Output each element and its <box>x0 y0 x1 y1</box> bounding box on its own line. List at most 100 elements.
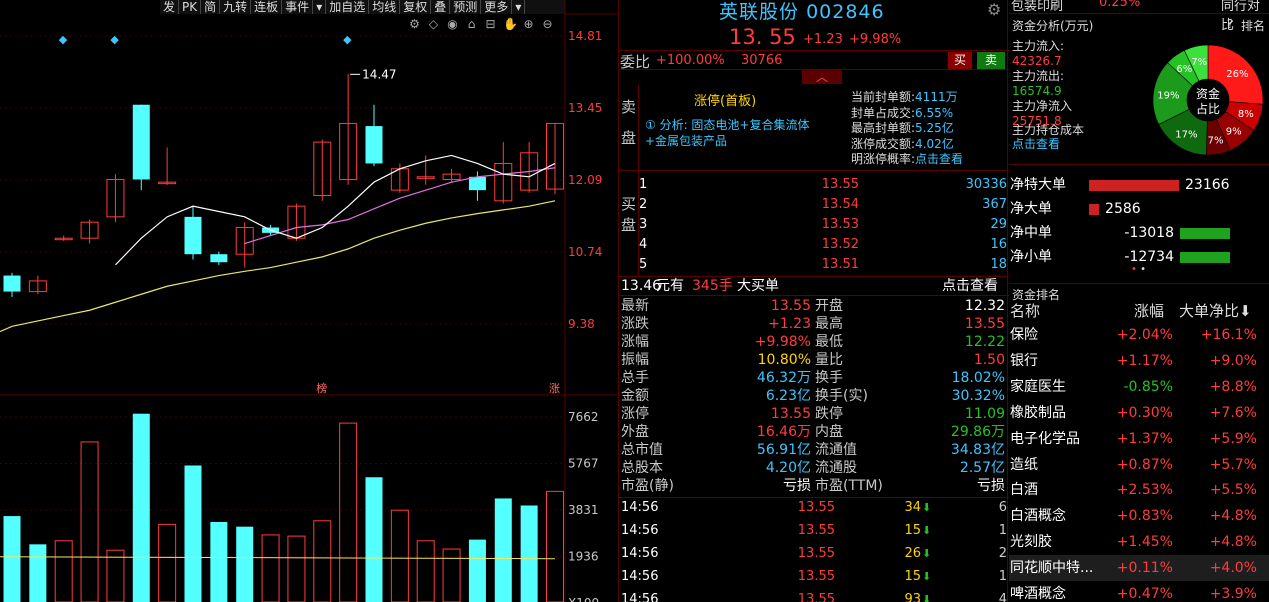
fund-pie-chart[interactable]: 26%8%9%7%17%19%6%7%资金占比 <box>1151 43 1265 157</box>
volume-bar <box>313 520 332 602</box>
tick-price: 13.55 <box>797 592 835 602</box>
help-icon[interactable]: ? <box>1227 17 1233 31</box>
bid-qty: 367 <box>982 197 1007 212</box>
flow-label: 主力流出: <box>1012 69 1065 83</box>
volume-bar <box>158 523 177 602</box>
candle-body <box>3 275 21 292</box>
sell-button[interactable]: 卖 <box>977 52 1005 69</box>
rank-name[interactable]: 橡胶制品 <box>1010 400 1066 426</box>
rank-row[interactable]: 白酒 +2.53% +5.5% <box>1009 477 1269 503</box>
stat-row: 最新 13.55 开盘 12.32 <box>619 297 1009 315</box>
rank-name[interactable]: 保险 <box>1010 322 1038 348</box>
rank-net: +7.6% <box>1209 404 1257 421</box>
bigbuy-label: 大买单 <box>737 278 779 294</box>
net-flow-bar <box>1089 204 1100 215</box>
stat-label: 换手(实) <box>815 388 868 404</box>
flow-value[interactable]: 点击查看 <box>1012 138 1060 150</box>
volume-axis-label: 3831 <box>568 503 599 517</box>
pie-slice-label: 19% <box>1157 90 1179 101</box>
rank-name[interactable]: 啤酒概念 <box>1010 581 1066 602</box>
pie-slice-label: 7% <box>1208 135 1224 146</box>
event-marker-icon: ◆ <box>343 33 352 46</box>
rank-name[interactable]: 造纸 <box>1010 452 1038 478</box>
bid-row[interactable]: 2 13.54 367 <box>639 195 1009 215</box>
rank-row[interactable]: 同花顺中特... +0.11% +4.0% <box>1009 555 1269 582</box>
volume-bar <box>3 516 21 602</box>
rank-net: +3.9% <box>1209 586 1257 602</box>
analysis-text[interactable]: ① 分析: 固态电池+复合集流体 <box>645 116 810 133</box>
volume-axis-label: 5767 <box>568 457 599 471</box>
seal-value[interactable]: 点击查看 <box>915 152 963 166</box>
seal-key: 当前封单额: <box>851 90 916 104</box>
quote-panel: 英联股份 002846 ⚙ 13. 55 +1.23 +9.98% 委比 +10… <box>618 0 1009 602</box>
rank-pct: +0.83% <box>1116 508 1173 525</box>
event-marker-icon: ◆ <box>110 33 119 46</box>
settings-gear-icon[interactable]: ⚙ <box>987 0 1001 19</box>
rank-row[interactable]: 白酒概念 +0.83% +4.8% <box>1009 503 1269 529</box>
buy-button[interactable]: 买 <box>948 52 972 69</box>
bid-row[interactable]: 3 13.53 29 <box>639 215 1009 235</box>
net-flow-name: 净特大单 <box>1010 177 1066 193</box>
rank-row[interactable]: 电子化学品 +1.37% +5.9% <box>1009 426 1269 452</box>
rank-row[interactable]: 光刻胶 +1.45% +4.8% <box>1009 529 1269 555</box>
tick-time: 14:56 <box>621 569 659 584</box>
rank-row[interactable]: 保险 +2.04% +16.1% <box>1009 322 1269 348</box>
bid-price: 13.52 <box>821 237 859 252</box>
candle-body <box>365 126 383 164</box>
rank-name[interactable]: 家庭医生 <box>1010 374 1066 400</box>
tick-row: 14:56 13.55 15 ⬇ 1 <box>621 566 1007 588</box>
candle-body <box>184 216 202 255</box>
webi-diff: 30766 <box>741 53 783 68</box>
bottom-tag-marker: 榜 <box>316 381 327 395</box>
rank-pct: +2.53% <box>1116 482 1173 499</box>
rank-row[interactable]: 啤酒概念 +0.47% +3.9% <box>1009 581 1269 602</box>
volume-bar <box>80 441 99 602</box>
stat-label: 涨幅 <box>621 334 649 350</box>
ma-line-white <box>114 154 556 266</box>
rank-row[interactable]: 橡胶制品 +0.30% +7.6% <box>1009 400 1269 426</box>
rank-name[interactable]: 电子化学品 <box>1010 426 1080 452</box>
rank-name[interactable]: 同花顺中特... <box>1010 555 1093 581</box>
tick-volume: 26 <box>904 546 921 561</box>
bid-row[interactable]: 5 13.51 18 <box>639 255 1009 275</box>
rank-row[interactable]: 造纸 +0.87% +5.7% <box>1009 452 1269 478</box>
col-net[interactable]: 大单净比⬇ <box>1179 300 1252 322</box>
rank-name[interactable]: 白酒概念 <box>1010 503 1066 529</box>
tick-time: 14:56 <box>621 592 659 602</box>
stat-label: 总股本 <box>621 460 663 476</box>
net-flow-name: 净大单 <box>1010 201 1052 217</box>
analysis-text-2[interactable]: +金属包装产品 <box>645 132 727 149</box>
rank-name[interactable]: 银行 <box>1010 348 1038 374</box>
price-axis-label: 12.09 <box>568 173 602 187</box>
rank-name[interactable]: 光刻胶 <box>1010 529 1052 555</box>
rank-row[interactable]: 银行 +1.17% +9.0% <box>1009 348 1269 374</box>
stat-value: 10.80% <box>757 352 811 368</box>
stat-row: 涨跌 +1.23 最高 13.55 <box>619 315 1009 333</box>
rank-pct: +2.04% <box>1116 327 1173 343</box>
rank-pct: +0.87% <box>1116 456 1173 473</box>
rank-name[interactable]: 白酒 <box>1010 477 1038 503</box>
col-name[interactable]: 名称 <box>1010 300 1040 322</box>
seal-info-row: 当前封单额:4111万 <box>851 88 958 105</box>
net-flow-bar <box>1089 180 1179 191</box>
bid-level: 2 <box>639 197 648 212</box>
stat-label: 换手 <box>815 370 843 386</box>
col-pct[interactable]: 涨幅 <box>1134 300 1164 322</box>
flow-label: 主力净流入 <box>1012 99 1073 113</box>
page-dots[interactable]: • • <box>1131 264 1146 275</box>
volume-bar <box>29 544 47 602</box>
bid-row[interactable]: 4 13.52 16 <box>639 235 1009 255</box>
rank-link[interactable]: 排名 <box>1241 17 1265 34</box>
rank-row[interactable]: 家庭医生 -0.85% +8.8% <box>1009 374 1269 400</box>
bid-row[interactable]: 1 13.55 30336 <box>639 175 1009 195</box>
stat-value: 56.91亿 <box>756 442 811 458</box>
price-change: +1.23 <box>803 32 843 47</box>
kline-chart[interactable]: 14.81 13.45 12.09 10.74 9.38 7662 5767 3831 1936… <box>0 0 618 602</box>
bigbuy-link[interactable]: 点击查看 <box>942 277 998 296</box>
stat-label: 涨跌 <box>621 316 649 332</box>
sector-name[interactable]: 包装印刷 <box>1011 0 1063 14</box>
seal-info-row[interactable]: 明涨停概率:点击查看 <box>851 150 963 167</box>
collapse-chevron-icon[interactable]: ︿ <box>802 70 842 84</box>
bid-qty: 18 <box>990 257 1007 272</box>
down-arrow-icon: ⬇ <box>922 524 932 537</box>
